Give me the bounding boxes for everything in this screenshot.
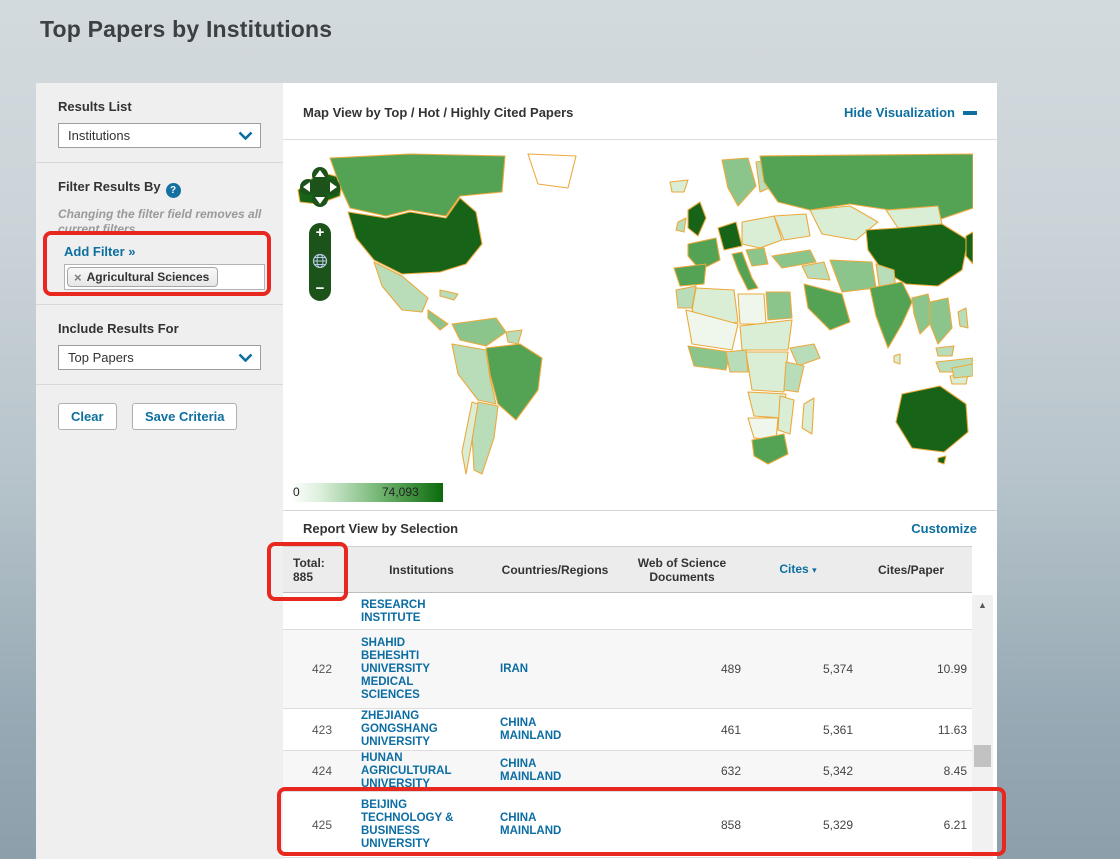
sidebar-buttons: Clear Save Criteria: [36, 385, 283, 430]
filter-tag[interactable]: × Agricultural Sciences: [67, 267, 218, 287]
visualization-header: Map View by Top / Hot / Highly Cited Pap…: [283, 83, 997, 140]
scroll-up-arrow-icon[interactable]: ▲: [972, 595, 993, 610]
column-header-countries: Countries/Regions: [488, 563, 622, 577]
customize-link[interactable]: Customize: [911, 521, 977, 536]
column-header-cites-per-paper: Cites/Paper: [854, 563, 968, 577]
filter-note: Changing the filter field removes all cu…: [58, 207, 268, 237]
remove-filter-icon[interactable]: ×: [74, 270, 82, 285]
filter-tag-label: Agricultural Sciences: [87, 270, 210, 284]
rank-cell: 423: [283, 723, 355, 737]
globe-icon[interactable]: [312, 253, 328, 269]
country-link[interactable]: CHINA MAINLAND: [488, 812, 622, 838]
cites-per-paper-value: 11.63: [854, 723, 968, 737]
pan-control-icon: [300, 167, 340, 207]
filter-results-section: Filter Results By? Changing the filter f…: [36, 163, 283, 305]
filter-tags-box[interactable]: × Agricultural Sciences: [64, 264, 265, 290]
rank-cell: 422: [283, 662, 355, 676]
map-color-legend: 0 74,093: [290, 483, 443, 502]
cites-value: 5,361: [742, 723, 854, 737]
results-list-selected-value: Institutions: [68, 128, 130, 143]
include-results-section: Include Results For Top Papers: [36, 305, 283, 385]
sort-descending-icon: ▾: [812, 565, 817, 575]
filter-results-label: Filter Results By?: [58, 179, 263, 198]
zoom-out-icon[interactable]: −: [316, 282, 325, 296]
table-row: 424HUNAN AGRICULTURAL UNIVERSITYCHINA MA…: [283, 751, 972, 792]
cites-per-paper-value: 8.45: [854, 764, 968, 778]
map-pan-control[interactable]: [300, 167, 340, 207]
institution-link[interactable]: BEIJING TECHNOLOGY & BUSINESS UNIVERSITY: [355, 799, 488, 851]
chevron-down-icon: [238, 131, 253, 140]
help-icon[interactable]: ?: [166, 183, 181, 198]
rank-cell: 425: [283, 818, 355, 832]
hide-visualization-link[interactable]: Hide Visualization: [844, 105, 977, 120]
results-list-select[interactable]: Institutions: [58, 123, 261, 148]
results-list-label: Results List: [58, 99, 263, 114]
cites-value: 5,374: [742, 662, 854, 676]
country-link[interactable]: IRAN: [488, 663, 622, 676]
table-row: 425BEIJING TECHNOLOGY & BUSINESS UNIVERS…: [283, 792, 972, 858]
institution-link[interactable]: RESEARCH INSTITUTE: [355, 599, 488, 625]
country-link[interactable]: CHINA MAINLAND: [488, 758, 622, 784]
filters-sidebar: Results List Institutions Filter Results…: [36, 83, 283, 859]
wos-documents-value: 858: [622, 818, 742, 832]
collapse-minus-icon: [963, 111, 977, 115]
wos-documents-value: 632: [622, 764, 742, 778]
cites-per-paper-value: 6.21: [854, 818, 968, 832]
include-results-selected-value: Top Papers: [68, 350, 134, 365]
report-table-body: RESEARCH INSTITUTE 422SHAHID BEHESHTI UNI…: [283, 594, 972, 859]
chevron-down-icon: [238, 353, 253, 362]
institution-link[interactable]: ZHEJIANG GONGSHANG UNIVERSITY: [355, 710, 488, 749]
map-zoom-control[interactable]: + −: [309, 223, 331, 301]
report-table-header: Total: 885 Institutions Countries/Region…: [283, 546, 972, 593]
legend-min-value: 0: [293, 485, 300, 499]
column-header-cites-sort[interactable]: Cites ▾: [742, 562, 854, 577]
table-row: 423ZHEJIANG GONGSHANG UNIVERSITYCHINA MA…: [283, 709, 972, 751]
table-scrollbar[interactable]: ▲: [972, 595, 993, 859]
cites-per-paper-value: 10.99: [854, 662, 968, 676]
include-results-label: Include Results For: [58, 321, 263, 336]
page-title: Top Papers by Institutions: [40, 16, 332, 43]
world-choropleth-map[interactable]: [290, 152, 973, 482]
institution-link[interactable]: SHAHID BEHESHTI UNIVERSITY MEDICAL SCIEN…: [355, 637, 488, 702]
report-section-header: Report View by Selection Customize: [283, 510, 997, 546]
wos-documents-value: 461: [622, 723, 742, 737]
table-row: 422SHAHID BEHESHTI UNIVERSITY MEDICAL SC…: [283, 630, 972, 709]
rank-cell: 424: [283, 764, 355, 778]
table-row: RESEARCH INSTITUTE: [283, 594, 972, 630]
institution-link[interactable]: HUNAN AGRICULTURAL UNIVERSITY: [355, 752, 488, 791]
column-header-wos-documents: Web of Science Documents: [622, 556, 742, 584]
include-results-select[interactable]: Top Papers: [58, 345, 261, 370]
scrollbar-thumb[interactable]: [974, 745, 991, 767]
save-criteria-button[interactable]: Save Criteria: [132, 403, 238, 430]
world-map-svg: [290, 152, 973, 482]
column-header-institutions: Institutions: [355, 563, 488, 577]
clear-button[interactable]: Clear: [58, 403, 117, 430]
zoom-in-icon[interactable]: +: [316, 226, 325, 240]
cites-value: 5,329: [742, 818, 854, 832]
legend-max-value: 74,093: [382, 485, 419, 499]
results-list-section: Results List Institutions: [36, 83, 283, 163]
report-view-title: Report View by Selection: [303, 521, 458, 536]
country-link[interactable]: [488, 605, 622, 618]
main-panel: Map View by Top / Hot / Highly Cited Pap…: [283, 83, 997, 859]
wos-documents-value: 489: [622, 662, 742, 676]
total-count-header: Total: 885: [283, 556, 355, 584]
cites-value: 5,342: [742, 764, 854, 778]
country-link[interactable]: CHINA MAINLAND: [488, 717, 622, 743]
map-view-title: Map View by Top / Hot / Highly Cited Pap…: [303, 105, 573, 120]
total-count-value: 885: [293, 570, 355, 584]
add-filter-link[interactable]: Add Filter »: [64, 244, 136, 259]
